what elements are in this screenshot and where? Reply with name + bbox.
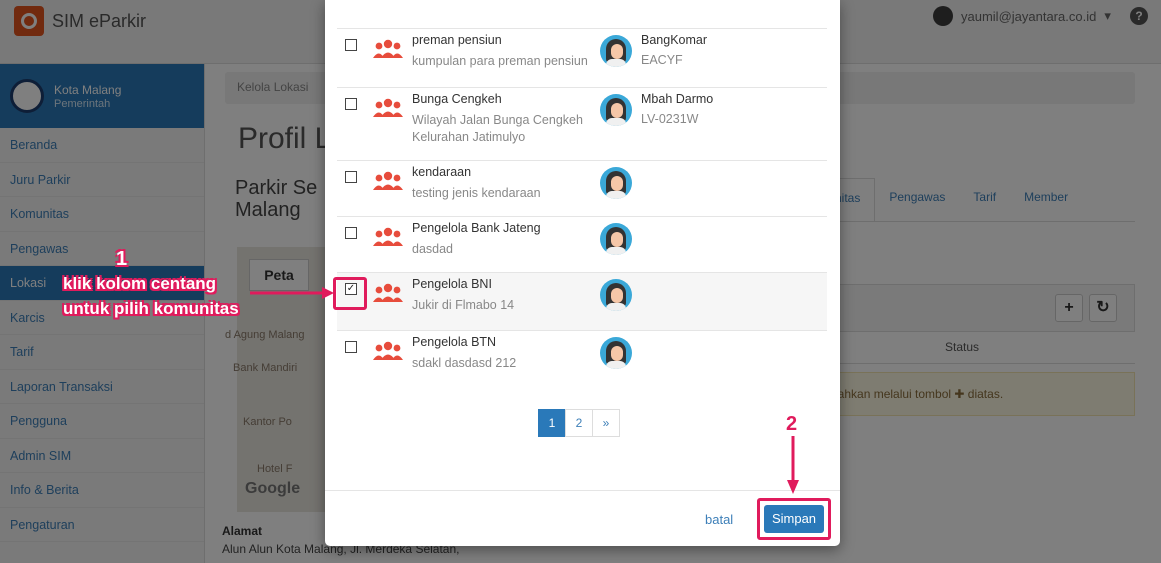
- users-group-icon: [373, 227, 403, 246]
- next-page-button[interactable]: »: [592, 409, 620, 437]
- coordinator-name: BangKomar: [641, 33, 708, 47]
- users-group-icon: [373, 98, 403, 117]
- komunitas-row[interactable]: Bunga Cengkeh Wilayah Jalan Bunga Cengkeh…: [337, 87, 827, 160]
- komunitas-description: Jukir di Flmabo 14: [412, 298, 515, 312]
- users-group-icon: [373, 341, 403, 360]
- komunitas-name: preman pensiun: [412, 33, 502, 47]
- komunitas-description: testing jenis kendaraan: [412, 186, 541, 200]
- komunitas-row[interactable]: preman pensiun kumpulan para preman pensi…: [337, 28, 827, 87]
- row-checkbox[interactable]: [345, 227, 357, 239]
- komunitas-description: Wilayah Jalan Bunga Cengkeh Kelurahan Ja…: [412, 113, 583, 144]
- row-checkbox[interactable]: [345, 341, 357, 353]
- person-avatar-icon: [600, 223, 632, 255]
- annotation-step-1-number: 1: [116, 248, 128, 270]
- person-avatar-icon: [600, 337, 632, 369]
- komunitas-description: sdakl dasdasd 212: [412, 356, 517, 370]
- row-checkbox[interactable]: [345, 39, 357, 51]
- komunitas-name: kendaraan: [412, 165, 472, 179]
- komunitas-row[interactable]: Pengelola Bank Jateng dasdad: [337, 216, 827, 272]
- cancel-button[interactable]: batal: [705, 512, 733, 527]
- pagination: 1 2 »: [538, 409, 620, 437]
- users-group-icon: [373, 171, 403, 190]
- person-avatar-icon: [600, 279, 632, 311]
- annotation-step-1-line-1: klik kolom centang: [63, 274, 217, 293]
- annotation-arrow-icon: [787, 436, 799, 494]
- person-avatar-icon: [600, 167, 632, 199]
- coordinator-code: EACYF: [641, 53, 683, 67]
- komunitas-description: kumpulan para preman pensiun: [412, 54, 588, 68]
- komunitas-row[interactable]: kendaraan testing jenis kendaraan: [337, 160, 827, 216]
- page-1-button[interactable]: 1: [538, 409, 566, 437]
- page-2-button[interactable]: 2: [565, 409, 593, 437]
- select-komunitas-modal: preman pensiun kumpulan para preman pensi…: [325, 0, 840, 546]
- komunitas-row[interactable]: ✓ Pengelola BNI Jukir di Flmabo 14: [337, 272, 827, 330]
- row-checkbox[interactable]: [345, 98, 357, 110]
- annotation-highlight-save: [757, 498, 831, 540]
- annotation-arrow-icon: [250, 287, 334, 299]
- komunitas-row[interactable]: Pengelola BTN sdakl dasdasd 212: [337, 330, 827, 392]
- komunitas-name: Pengelola Bank Jateng: [412, 221, 541, 235]
- annotation-step-1-line-2: untuk pilih komunitas: [63, 299, 239, 318]
- person-avatar-icon: [600, 94, 632, 126]
- coordinator-code: LV-0231W: [641, 112, 699, 126]
- komunitas-description: dasdad: [412, 242, 454, 256]
- modal-footer-divider: [325, 490, 840, 491]
- users-group-icon: [373, 39, 403, 58]
- komunitas-name: Pengelola BTN: [412, 335, 497, 349]
- komunitas-name: Pengelola BNI: [412, 277, 492, 291]
- users-group-icon: [373, 283, 403, 302]
- person-avatar-icon: [600, 35, 632, 67]
- annotation-step-2-number: 2: [786, 413, 798, 435]
- komunitas-name: Bunga Cengkeh: [412, 92, 502, 106]
- row-checkbox[interactable]: [345, 171, 357, 183]
- coordinator-name: Mbah Darmo: [641, 92, 714, 106]
- annotation-highlight-checkbox: [333, 277, 367, 310]
